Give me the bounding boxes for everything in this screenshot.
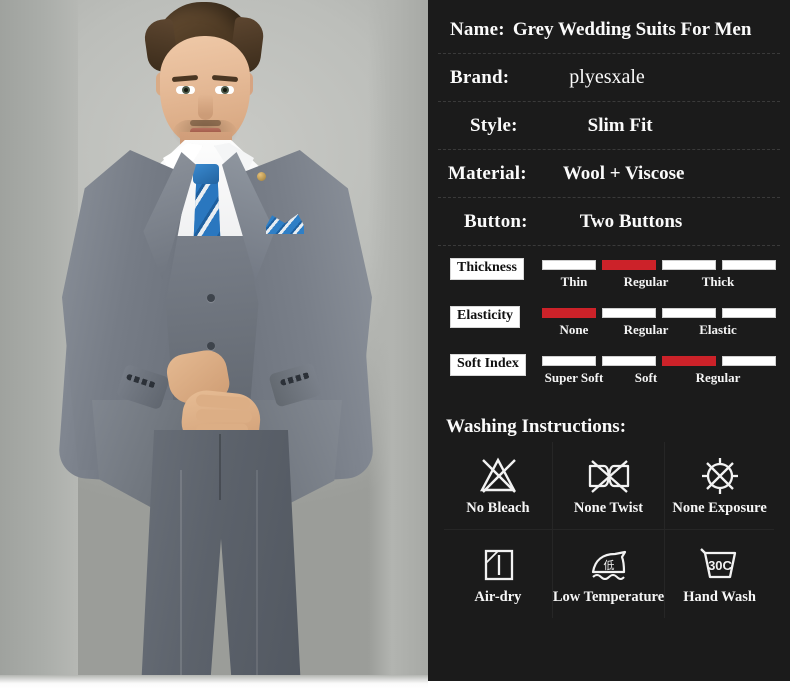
washing-item-none-twist: None Twist (552, 442, 666, 530)
rating-bars-soft-index (542, 356, 776, 366)
rating-level: Thin (560, 274, 588, 289)
washing-item-low-temperature: 低 Low Temperature (552, 530, 666, 618)
rating-level: None (559, 322, 589, 337)
spec-row-style: Style: Slim Fit (438, 102, 780, 150)
washing-label: None Exposure (672, 500, 767, 516)
product-photo (0, 0, 428, 689)
waistcoat-button (207, 294, 215, 302)
lapel-pin (257, 172, 266, 181)
trouser-fly-seam (219, 434, 221, 500)
washing-item-air-dry: Air-dry (444, 530, 553, 618)
low-temperature-iron-icon: 低 (591, 550, 626, 580)
spec-value-button: Two Buttons (579, 210, 683, 232)
model-nose (198, 94, 213, 120)
washing-item-none-exposure: None Exposure (665, 442, 774, 530)
washing-item-hand-wash: 30C Hand Wash (665, 530, 774, 618)
washing-item-no-bleach: No Bleach (444, 442, 553, 530)
rating-meters: Thickness Thin Regular Thick Elasticity (438, 246, 780, 404)
rating-scale-elasticity: None Regular Elastic (542, 322, 776, 338)
spec-row-material: Material: Wool + Viscose (438, 150, 780, 198)
spec-label-brand: Brand: (450, 66, 510, 88)
rating-label-thickness: Thickness (450, 258, 524, 280)
no-sun-exposure-icon (701, 458, 738, 494)
rating-level: Super Soft (544, 370, 604, 385)
washing-label: Air-dry (474, 588, 522, 605)
rating-bars-elasticity (542, 308, 776, 318)
necktie-knot (193, 164, 219, 184)
no-bleach-icon (479, 457, 516, 493)
rating-bar-active (602, 260, 656, 270)
product-detail-image: Name: Grey Wedding Suits For Men Brand: … (0, 0, 790, 689)
washing-label: Low Temperature (552, 588, 665, 605)
rating-scale-soft-index: Super Soft Soft Regular (542, 370, 776, 386)
spec-value-material: Wool + Viscose (562, 162, 685, 184)
trouser-crease-right (256, 470, 258, 685)
rating-bar (542, 260, 596, 270)
rating-label-elasticity: Elasticity (450, 306, 520, 328)
rating-bar (662, 260, 716, 270)
rating-level: Soft (634, 370, 658, 385)
spec-value-name: Grey Wedding Suits For Men (512, 18, 752, 40)
rating-bar (722, 260, 776, 270)
rating-level: Regular (623, 322, 669, 337)
model-eye-right (215, 86, 234, 94)
rating-level: Regular (623, 274, 669, 289)
rating-row-elasticity: Elasticity None Regular Elastic (442, 304, 776, 352)
spec-row-name: Name: Grey Wedding Suits For Men (438, 6, 780, 54)
model-eye-left (176, 86, 195, 94)
spec-row-button: Button: Two Buttons (438, 198, 780, 246)
rating-bars-thickness (542, 260, 776, 270)
washing-label: Hand Wash (683, 588, 756, 605)
rating-label-soft-index: Soft Index (450, 354, 526, 376)
washing-label: No Bleach (466, 500, 530, 516)
model-pupil-left (182, 86, 190, 94)
model-figure (0, 0, 428, 689)
tub-temperature-text: 30C (708, 558, 732, 573)
air-dry-icon (484, 549, 514, 580)
spec-value-style: Slim Fit (587, 114, 653, 136)
rating-bar (602, 308, 656, 318)
spec-value-brand: plyesxale (569, 66, 645, 88)
rating-bar (662, 308, 716, 318)
spec-row-brand: Brand: plyesxale (438, 54, 780, 102)
panel-bottom-strip (428, 681, 790, 689)
rating-bar (602, 356, 656, 366)
photo-floor-line (0, 675, 428, 689)
iron-mark-text: 低 (603, 559, 614, 572)
suit-trousers (141, 430, 301, 689)
model-moustache (190, 120, 221, 126)
no-twist-icon (588, 460, 629, 493)
waistcoat-button (207, 342, 215, 350)
spec-label-material: Material: (448, 162, 527, 184)
hand-wash-icon: 30C (699, 547, 736, 578)
rating-row-soft-index: Soft Index Super Soft Soft Regular (442, 352, 776, 400)
rating-bar (722, 356, 776, 366)
rating-bar (722, 308, 776, 318)
spec-label-button: Button: (464, 210, 528, 232)
rating-bar-active (662, 356, 716, 366)
rating-scale-thickness: Thin Regular Thick (542, 274, 776, 290)
rating-row-thickness: Thickness Thin Regular Thick (442, 256, 776, 304)
rating-bar-active (542, 308, 596, 318)
rating-level: Thick (701, 274, 735, 289)
spec-label-name: Name: (450, 18, 505, 40)
rating-level: Regular (695, 370, 741, 385)
rating-bar (542, 356, 596, 366)
spec-panel-content: Name: Grey Wedding Suits For Men Brand: … (428, 0, 790, 681)
trouser-crease-left (180, 470, 182, 685)
washing-instructions-grid: No Bleach None Twist None Exposure Air-d… (444, 442, 774, 618)
washing-instructions-title: Washing Instructions: (446, 416, 627, 437)
rating-level: Elastic (699, 322, 737, 337)
model-pupil-right (221, 86, 229, 94)
washing-label: None Twist (573, 500, 644, 516)
model-finger (195, 409, 253, 423)
spec-panel: Name: Grey Wedding Suits For Men Brand: … (428, 0, 790, 689)
spec-label-style: Style: (470, 114, 518, 136)
